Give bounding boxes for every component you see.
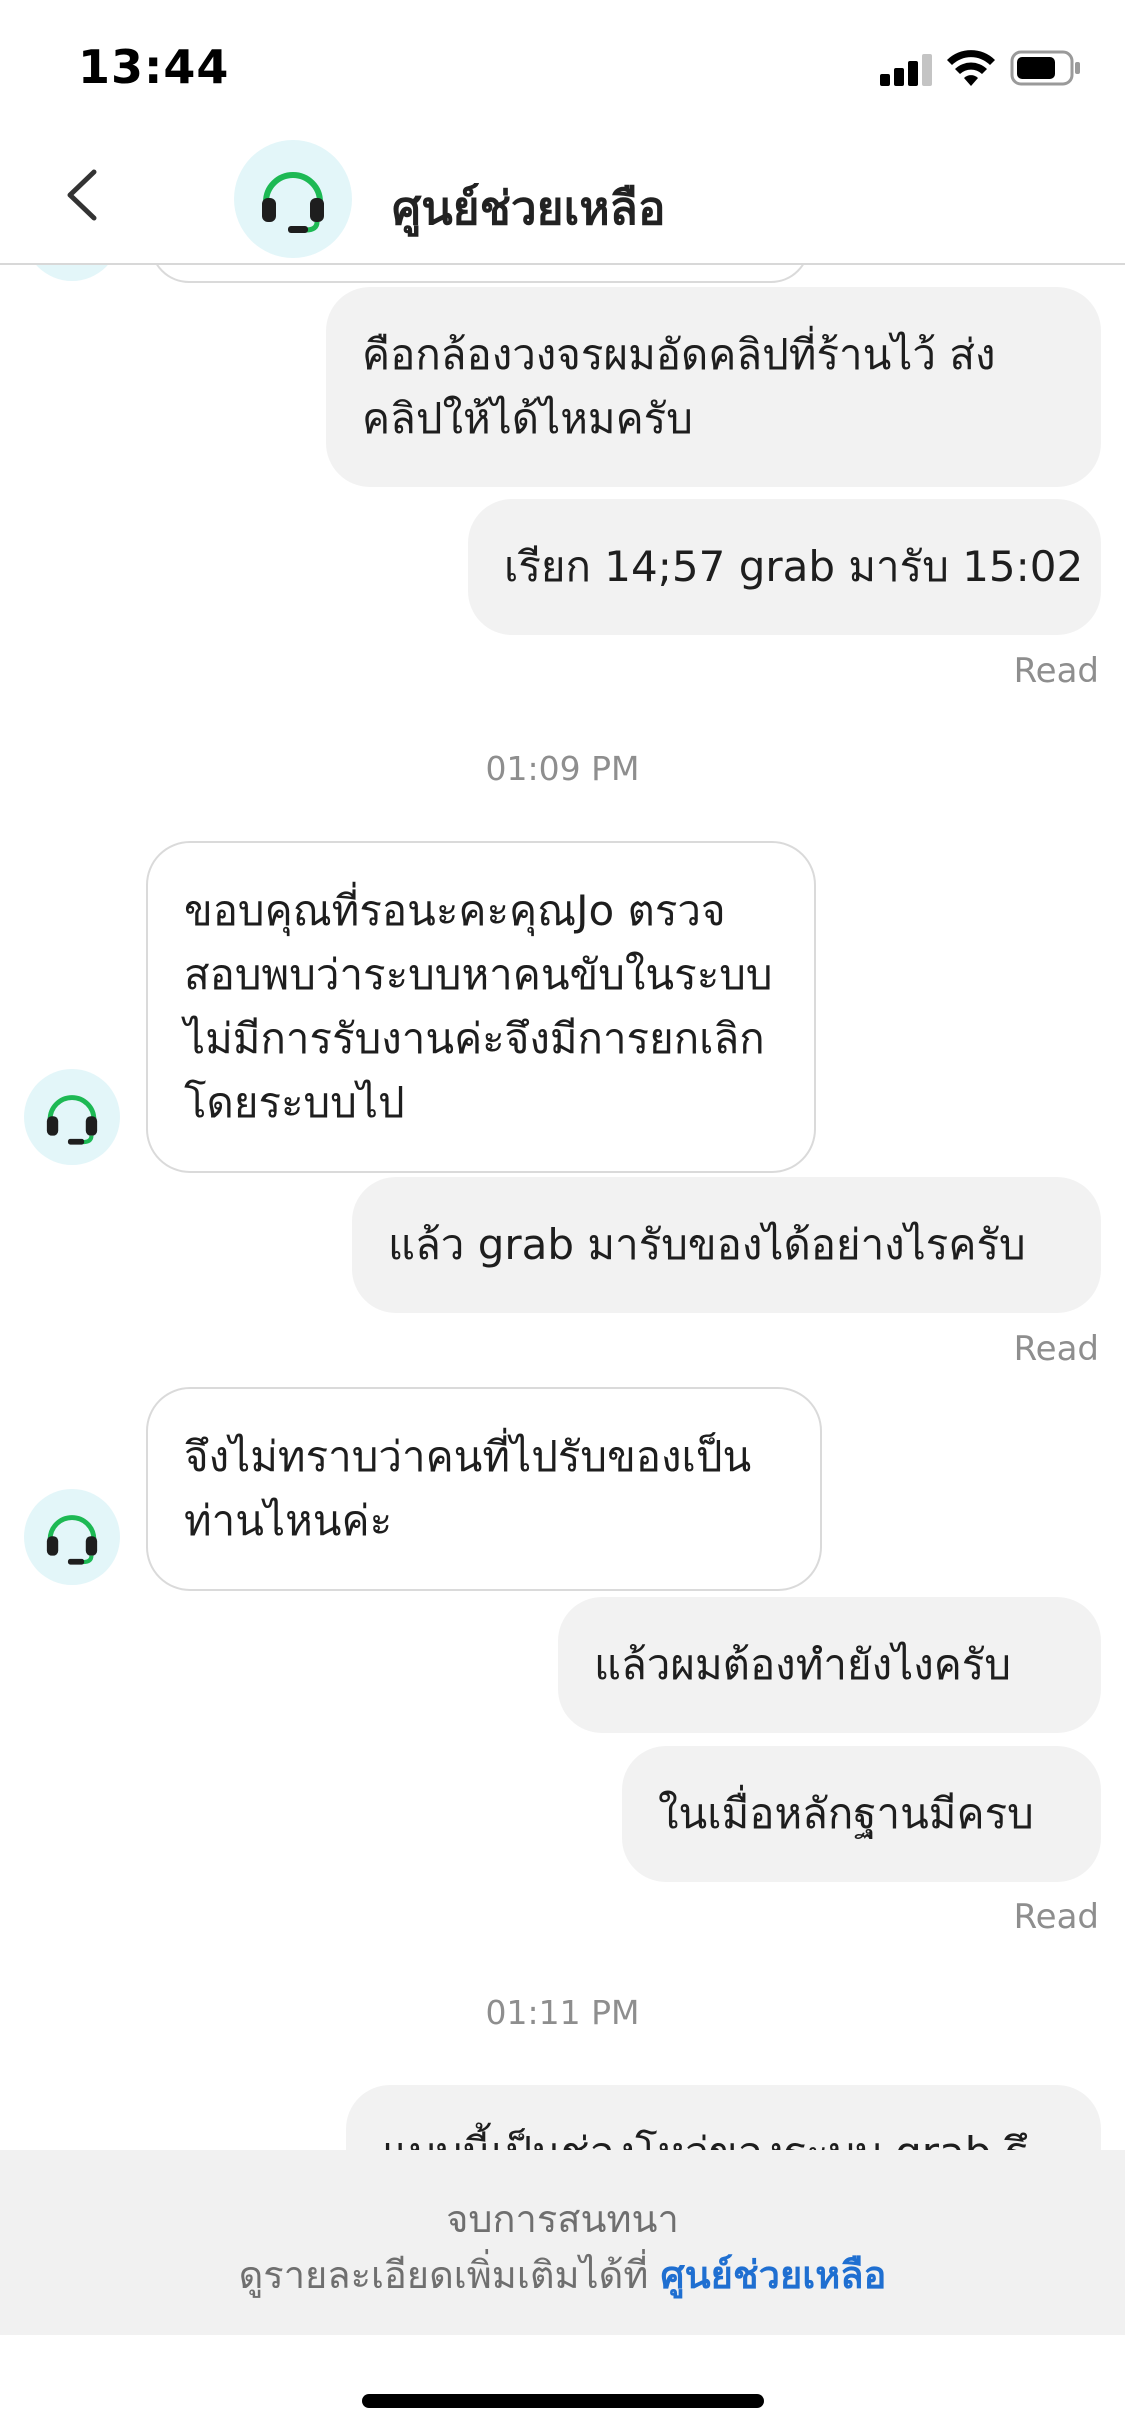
battery-icon [1010, 50, 1080, 86]
message-text: จึงไม่ทราบว่าคนที่ไปรับของเป็นท่านไหนค่ะ [184, 1432, 752, 1545]
status-time: 13:44 [78, 40, 230, 94]
support-avatar [234, 140, 352, 258]
message-bubble-outgoing[interactable]: คือกล้องวงจรผมอัดคลิปที่ร้านไว้ ส่งคลิปใ… [326, 287, 1101, 487]
message-bubble-incoming-partial [150, 265, 810, 283]
headset-icon [46, 1095, 98, 1145]
message-bubble-incoming[interactable]: ขอบคุณที่รอนะคะคุณJo ตรวจสอบพบว่าระบบหาค… [146, 841, 816, 1173]
message-text: ในเมื่อหลักฐานมีครบ [658, 1789, 1034, 1838]
message-bubble-outgoing[interactable]: เรียก 14;57 grab มารับ 15:02 [468, 499, 1101, 635]
read-receipt: Read [1013, 1329, 1099, 1369]
help-center-prefix: ดูรายละเอียดเพิ่มเติมได้ที่ [238, 2253, 661, 2297]
message-text: แบบนี้เป็นช่องโหว่ของระบบ grab รึ [382, 2128, 1027, 2150]
help-center-link[interactable]: ศูนย์ช่วยเหลือ [660, 2253, 886, 2297]
signal-icon [880, 52, 934, 86]
headset-icon [262, 172, 324, 233]
header-title: ศูนย์ช่วยเหลือ [392, 181, 666, 235]
message-bubble-outgoing[interactable]: แล้ว grab มารับของได้อย่างไรครับ [352, 1177, 1101, 1313]
agent-avatar [24, 1489, 120, 1585]
read-receipt: Read [1013, 1897, 1099, 1937]
message-bubble-outgoing[interactable]: แบบนี้เป็นช่องโหว่ของระบบ grab รึ [346, 2085, 1101, 2150]
chat-header: ศูนย์ช่วยเหลือ [0, 130, 1125, 265]
chat-screen: 13:44 ศูนย์ช่วยเหลือ คือกล้องวงจรผมอัดคล… [0, 0, 1125, 2436]
message-text: คือกล้องวงจรผมอัดคลิปที่ร้านไว้ ส่งคลิปใ… [362, 330, 996, 443]
agent-avatar [24, 265, 120, 281]
message-text: เรียก 14;57 grab มารับ 15:02 [504, 542, 1084, 591]
wifi-icon [947, 50, 995, 86]
headset-icon [46, 1515, 98, 1565]
read-receipt: Read [1013, 651, 1099, 691]
status-bar: 13:44 [0, 0, 1125, 130]
message-list[interactable]: คือกล้องวงจรผมอัดคลิปที่ร้านไว้ ส่งคลิปใ… [0, 265, 1125, 2150]
message-text: แล้วผมต้องทำยังไงครับ [594, 1640, 1012, 1689]
conversation-ended-text: จบการสนทนา [446, 2197, 679, 2241]
conversation-ended-banner: จบการสนทนา ดูรายละเอียดเพิ่มเติมได้ที่ ศ… [0, 2150, 1125, 2335]
message-text: แล้ว grab มารับของได้อย่างไรครับ [388, 1220, 1026, 1269]
help-center-info: ดูรายละเอียดเพิ่มเติมได้ที่ ศูนย์ช่วยเหล… [0, 2244, 1125, 2305]
timestamp: 01:11 PM [485, 1993, 640, 2032]
back-icon[interactable] [50, 160, 120, 230]
home-indicator[interactable] [362, 2394, 764, 2408]
message-text: ขอบคุณที่รอนะคะคุณJo ตรวจสอบพบว่าระบบหาค… [184, 886, 773, 1127]
message-bubble-incoming[interactable]: จึงไม่ทราบว่าคนที่ไปรับของเป็นท่านไหนค่ะ [146, 1387, 822, 1591]
message-bubble-outgoing[interactable]: ในเมื่อหลักฐานมีครบ [622, 1746, 1101, 1882]
agent-avatar [24, 1069, 120, 1165]
message-bubble-outgoing[interactable]: แล้วผมต้องทำยังไงครับ [558, 1597, 1101, 1733]
timestamp: 01:09 PM [485, 749, 640, 788]
